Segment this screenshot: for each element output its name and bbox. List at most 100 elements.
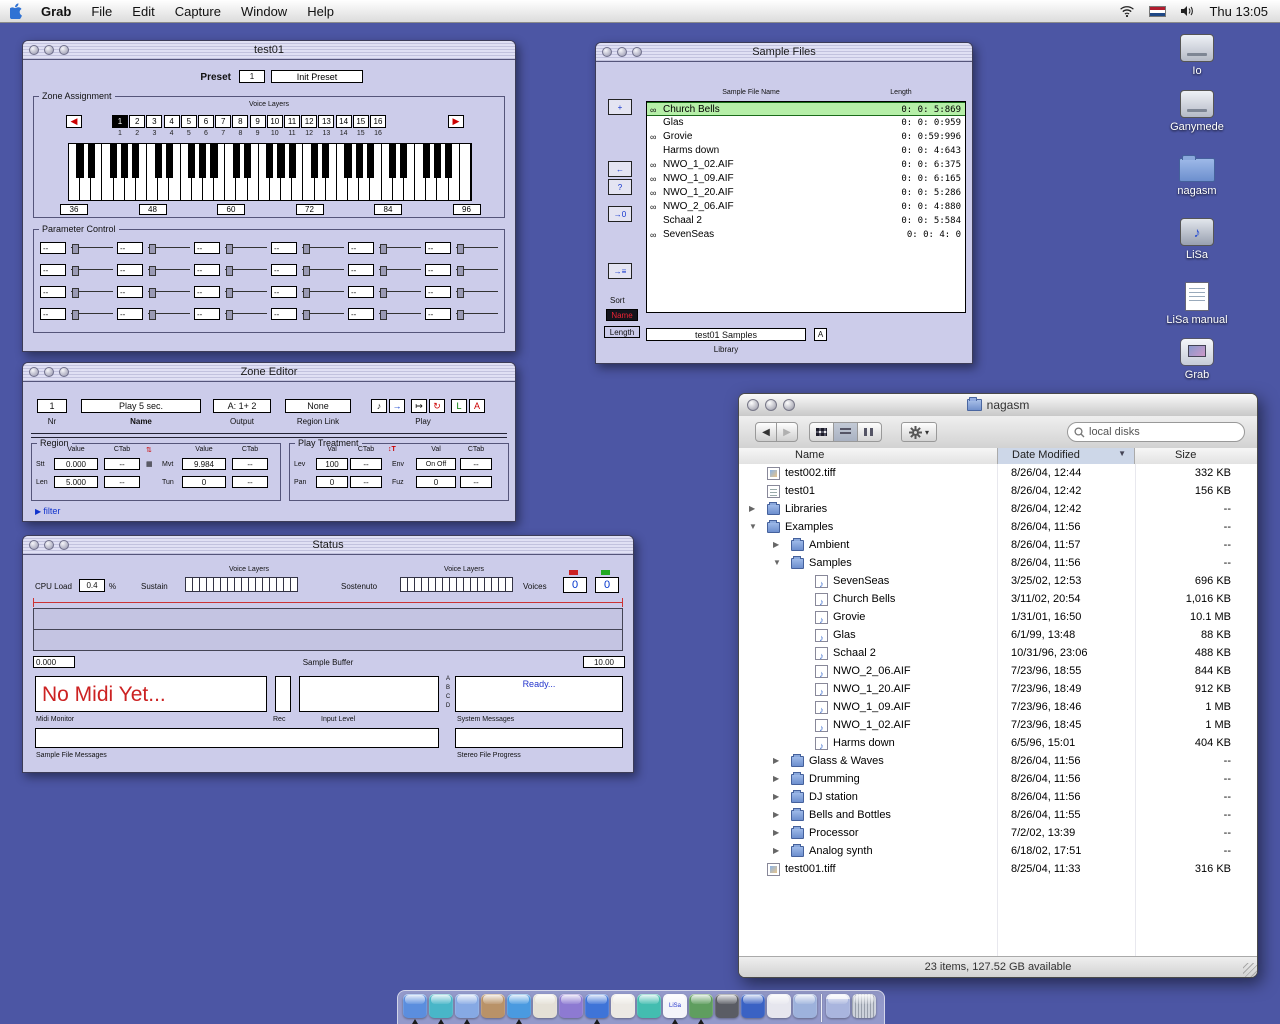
param-slider[interactable] (379, 308, 421, 320)
piano-keyboard[interactable] (68, 143, 472, 201)
dock-icon-sherlock[interactable] (793, 994, 817, 1018)
param-slider[interactable] (225, 308, 267, 320)
sample-row[interactable]: Harms down0: 0: 4:643 (647, 144, 965, 158)
desktop-icon-lisa[interactable]: LiSa (1155, 218, 1239, 261)
voice-layer-button-2[interactable]: 2 (129, 115, 145, 128)
piano-black-key[interactable] (311, 144, 318, 178)
param-value-field[interactable]: -- (348, 264, 374, 276)
finder-row[interactable]: NWO_1_02.AIF7/23/96, 18:451 MB (739, 716, 1257, 734)
param-slider[interactable] (302, 286, 344, 298)
sample-load-button[interactable]: ← (608, 161, 632, 177)
close-button[interactable] (29, 45, 39, 55)
tun-ctab-field[interactable]: -- (232, 476, 268, 488)
preset-number-field[interactable]: 1 (239, 70, 265, 83)
zone-name-field[interactable]: Play 5 sec. (81, 399, 201, 413)
finder-row[interactable]: test002.tiff8/26/04, 12:44332 KB (739, 464, 1257, 482)
param-value-field[interactable]: -- (194, 242, 220, 254)
piano-black-key[interactable] (289, 144, 296, 178)
sample-new-button[interactable]: + (608, 99, 632, 115)
finder-row[interactable]: SevenSeas3/25/02, 12:53696 KB (739, 572, 1257, 590)
minimize-button[interactable] (44, 367, 54, 377)
mvt-value-field[interactable]: 9.984 (182, 458, 226, 470)
play-forward-button[interactable]: → (389, 399, 405, 413)
desktop-icon-grab[interactable]: Grab (1155, 338, 1239, 381)
param-slider[interactable] (71, 308, 113, 320)
voice-layer-button-15[interactable]: 15 (353, 115, 369, 128)
minimize-button[interactable] (44, 540, 54, 550)
resize-grip[interactable] (1243, 963, 1257, 977)
piano-black-key[interactable] (277, 144, 284, 178)
param-value-field[interactable]: -- (271, 308, 297, 320)
fuz-value-field[interactable]: 0 (416, 476, 456, 488)
dock-icon-trash[interactable] (852, 994, 876, 1018)
piano-black-key[interactable] (389, 144, 396, 178)
minimize-button[interactable] (617, 47, 627, 57)
param-value-field[interactable]: -- (194, 286, 220, 298)
disclosure-open-icon[interactable]: ▼ (749, 518, 757, 536)
param-slider[interactable] (456, 264, 498, 276)
zoom-button[interactable] (59, 540, 69, 550)
disclosure-closed-icon[interactable]: ▶ (773, 824, 779, 842)
param-slider[interactable] (148, 308, 190, 320)
env-value-field[interactable]: On Off (416, 458, 456, 470)
menu-window[interactable]: Window (231, 4, 297, 19)
dock-icon-mail[interactable] (455, 994, 479, 1018)
disclosure-closed-icon[interactable]: ▶ (773, 770, 779, 788)
wifi-icon[interactable] (1119, 5, 1135, 17)
desktop-icon-ganymede[interactable]: Ganymede (1155, 90, 1239, 133)
dock-icon-quicktime[interactable] (585, 994, 609, 1018)
finder-row[interactable]: Glas6/1/99, 13:4888 KB (739, 626, 1257, 644)
layer-scroll-right-button[interactable]: ▶ (448, 115, 464, 128)
zoom-button[interactable] (783, 399, 795, 411)
piano-black-key[interactable] (344, 144, 351, 178)
piano-black-key[interactable] (88, 144, 95, 178)
window-finder-nagasm[interactable]: nagasm ◀ ▶ ▾ local disks (738, 393, 1258, 978)
voice-layer-button-1[interactable]: 1 (112, 115, 128, 128)
desktop-icon-lisa-manual[interactable]: LiSa manual (1155, 282, 1239, 326)
finder-row[interactable]: ▶Analog synth6/18/02, 17:51-- (739, 842, 1257, 860)
param-value-field[interactable]: -- (194, 308, 220, 320)
sample-row[interactable]: Glas0: 0: 0:959 (647, 116, 965, 130)
dock-icon-ichat[interactable] (637, 994, 661, 1018)
param-value-field[interactable]: -- (117, 242, 143, 254)
param-slider[interactable] (456, 308, 498, 320)
param-value-field[interactable]: -- (117, 264, 143, 276)
voice-layer-button-12[interactable]: 12 (301, 115, 317, 128)
len-ctab-field[interactable]: -- (104, 476, 140, 488)
sample-row[interactable]: ∞NWO_2_06.AIF0: 0: 4:880 (647, 200, 965, 214)
fuz-ctab-field[interactable]: -- (460, 476, 492, 488)
param-slider[interactable] (302, 264, 344, 276)
piano-black-key[interactable] (166, 144, 173, 178)
sample-row[interactable]: ∞NWO_1_20.AIF0: 0: 5:286 (647, 186, 965, 200)
sample-row[interactable]: ∞NWO_1_09.AIF0: 0: 6:165 (647, 172, 965, 186)
piano-black-key[interactable] (434, 144, 441, 178)
dock-icon-word[interactable] (741, 994, 765, 1018)
window-sample-files[interactable]: Sample Files Sample File Name Length ∞Ch… (595, 42, 973, 364)
param-slider[interactable] (71, 286, 113, 298)
action-menu-button[interactable]: ▾ (901, 422, 937, 442)
finder-row[interactable]: ▶Drumming8/26/04, 11:56-- (739, 770, 1257, 788)
close-button[interactable] (29, 540, 39, 550)
finder-row[interactable]: NWO_1_20.AIF7/23/96, 18:49912 KB (739, 680, 1257, 698)
dock-icon-max[interactable] (689, 994, 713, 1018)
sample-file-list[interactable]: ∞Church Bells0: 0: 5:869Glas0: 0: 0:959∞… (646, 101, 966, 313)
menu-file[interactable]: File (81, 4, 122, 19)
piano-black-key[interactable] (445, 144, 452, 178)
piano-black-key[interactable] (121, 144, 128, 178)
param-slider[interactable] (302, 308, 344, 320)
sort-by-name-button[interactable]: Name (606, 309, 638, 321)
filter-disclosure[interactable]: ▶ filter (35, 506, 60, 516)
finder-row[interactable]: Harms down6/5/96, 15:01404 KB (739, 734, 1257, 752)
zoom-button[interactable] (632, 47, 642, 57)
param-slider[interactable] (379, 286, 421, 298)
disclosure-open-icon[interactable]: ▼ (773, 554, 781, 572)
lev-ctab-field[interactable]: -- (350, 458, 382, 470)
param-slider[interactable] (148, 264, 190, 276)
param-slider[interactable] (225, 264, 267, 276)
close-button[interactable] (747, 399, 759, 411)
mvt-ctab-field[interactable]: -- (232, 458, 268, 470)
dock-icon-iphoto[interactable] (533, 994, 557, 1018)
param-slider[interactable] (379, 242, 421, 254)
dock-icon-minimized-window[interactable] (826, 994, 850, 1018)
lev-value-field[interactable]: 100 (316, 458, 348, 470)
